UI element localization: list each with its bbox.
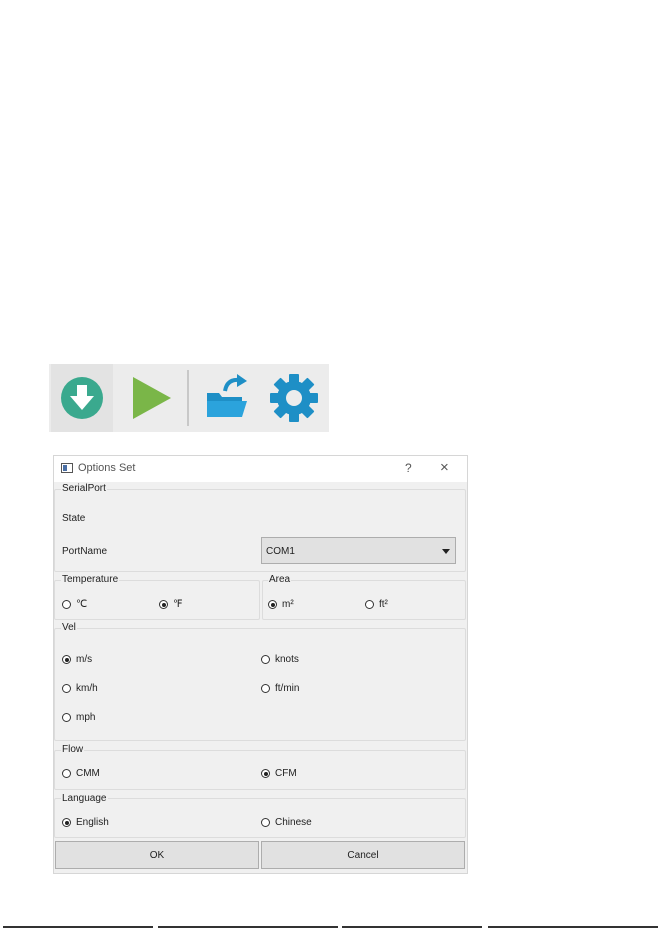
radio-mph[interactable]: mph	[62, 712, 95, 723]
language-title: Language	[61, 793, 108, 804]
radio-cfm[interactable]: CFM	[261, 768, 297, 779]
radio-ft2[interactable]: ft²	[365, 599, 388, 610]
radio-chinese[interactable]: Chinese	[261, 817, 312, 828]
radio-dot	[62, 769, 71, 778]
radio-fahrenheit[interactable]: ℉	[159, 599, 183, 610]
language-group	[54, 798, 466, 838]
state-label: State	[62, 513, 86, 524]
radio-dot	[62, 713, 71, 722]
run-button[interactable]	[121, 364, 179, 432]
radio-label: ℉	[173, 599, 183, 610]
flow-group	[54, 750, 466, 790]
play-icon	[133, 377, 171, 419]
vel-title: Vel	[61, 622, 77, 633]
download-button[interactable]	[51, 364, 113, 432]
page-edge-line	[3, 926, 153, 928]
radio-label: m/s	[76, 654, 93, 665]
close-button[interactable]: ×	[440, 459, 449, 476]
radio-m2[interactable]: m²	[268, 599, 294, 610]
page-edge-line	[158, 926, 338, 928]
toolbar-separator	[187, 370, 189, 426]
radio-dot	[261, 769, 270, 778]
radio-label: ℃	[76, 599, 88, 610]
radio-dot	[261, 684, 270, 693]
radio-label: Chinese	[275, 817, 312, 828]
radio-dot	[62, 655, 71, 664]
temperature-title: Temperature	[61, 574, 120, 585]
portname-value: COM1	[266, 546, 295, 557]
radio-cmm[interactable]: CMM	[62, 768, 100, 779]
radio-celsius[interactable]: ℃	[62, 599, 87, 610]
download-circle-icon	[61, 377, 103, 419]
ok-button[interactable]: OK	[55, 841, 259, 869]
radio-label: km/h	[76, 683, 98, 694]
vel-group	[54, 628, 466, 741]
radio-kmh[interactable]: km/h	[62, 683, 98, 694]
radio-dot	[62, 600, 71, 609]
radio-label: English	[76, 817, 109, 828]
area-title: Area	[268, 574, 292, 585]
options-dialog: Options Set ? × SerialPort State PortNam…	[53, 455, 468, 874]
radio-dot	[365, 600, 374, 609]
radio-label: ft/min	[275, 683, 300, 694]
toolbar	[49, 364, 329, 432]
help-button[interactable]: ?	[405, 461, 412, 475]
flow-title: Flow	[61, 744, 85, 755]
radio-dot	[268, 600, 277, 609]
gear-icon	[270, 374, 318, 422]
radio-english[interactable]: English	[62, 817, 109, 828]
radio-label: CMM	[76, 768, 100, 779]
portname-select[interactable]: COM1	[261, 537, 456, 564]
page-edge-line	[488, 926, 658, 928]
radio-dot	[261, 655, 270, 664]
radio-ftmin[interactable]: ft/min	[261, 683, 299, 694]
title-bar: Options Set ? ×	[54, 456, 467, 482]
portname-label: PortName	[62, 546, 108, 557]
cancel-button[interactable]: Cancel	[261, 841, 465, 869]
radio-label: m²	[282, 599, 294, 610]
radio-dot	[159, 600, 168, 609]
radio-knots[interactable]: knots	[261, 654, 299, 665]
radio-label: knots	[275, 654, 299, 665]
radio-label: mph	[76, 712, 96, 723]
radio-dot	[261, 818, 270, 827]
dialog-title: Options Set	[78, 462, 136, 474]
radio-dot	[62, 684, 71, 693]
export-button[interactable]	[197, 364, 255, 432]
radio-label: ft²	[379, 599, 388, 610]
chevron-down-icon	[442, 549, 450, 554]
serialport-title: SerialPort	[61, 483, 107, 494]
settings-button[interactable]	[264, 364, 324, 432]
page-edge-line	[342, 926, 482, 928]
radio-ms[interactable]: m/s	[62, 654, 92, 665]
radio-dot	[62, 818, 71, 827]
open-folder-export-icon	[207, 374, 247, 417]
window-icon	[61, 463, 73, 473]
radio-label: CFM	[275, 768, 297, 779]
